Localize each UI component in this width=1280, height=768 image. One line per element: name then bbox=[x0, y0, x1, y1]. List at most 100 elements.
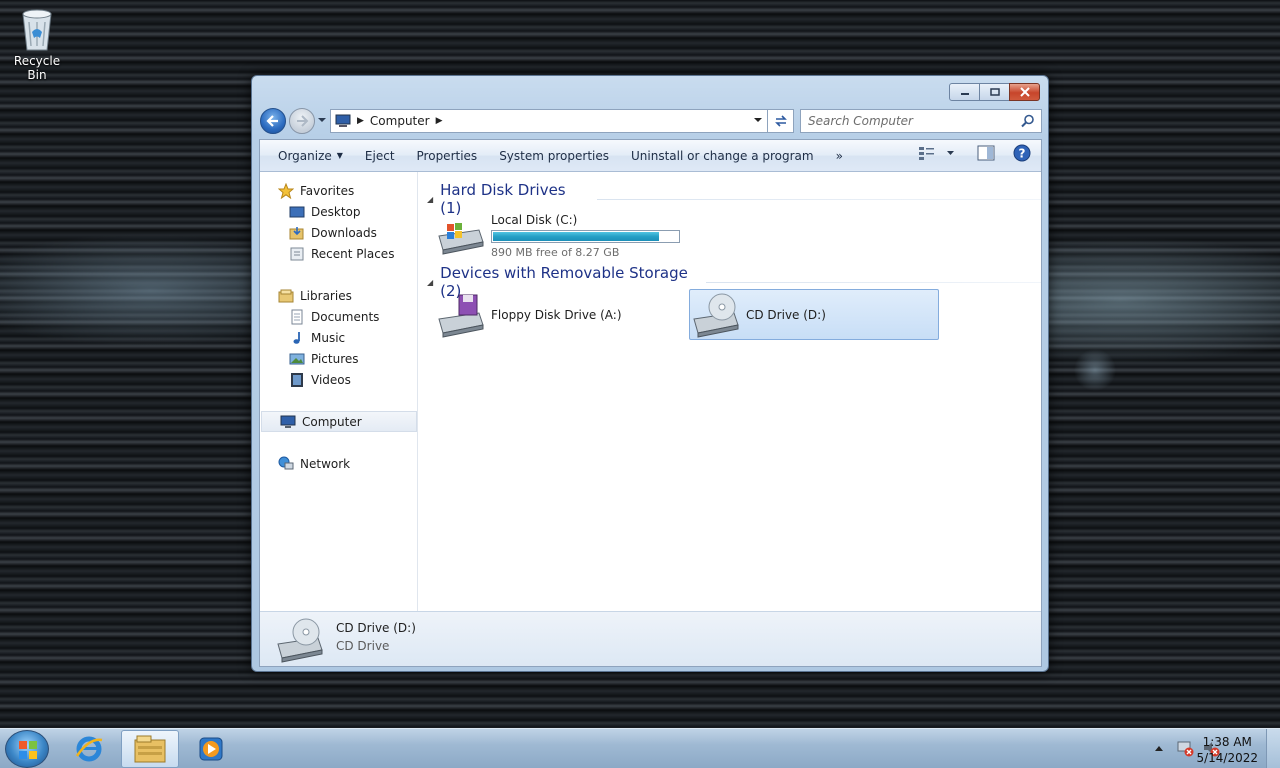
minimize-button[interactable] bbox=[949, 83, 980, 101]
videos-icon bbox=[291, 372, 303, 387]
computer-small-icon bbox=[335, 114, 351, 127]
file-view: ◢ Hard Disk Drives (1) Local Disk (C:) 8… bbox=[419, 172, 1041, 613]
nav-recent-places[interactable]: Recent Places bbox=[260, 243, 417, 264]
group-divider bbox=[706, 281, 1041, 283]
drive-local-disk-c[interactable]: Local Disk (C:) 890 MB free of 8.27 GB bbox=[437, 212, 680, 260]
network-icon bbox=[278, 456, 294, 469]
taskbar-media-player[interactable] bbox=[182, 730, 240, 768]
uninstall-program-button[interactable]: Uninstall or change a program bbox=[623, 144, 822, 168]
view-controls: ? bbox=[908, 144, 1031, 162]
more-commands-button[interactable]: » bbox=[828, 144, 851, 168]
address-history-chevron-down-icon[interactable] bbox=[753, 117, 763, 123]
documents-icon bbox=[291, 309, 303, 324]
organize-button[interactable]: Organize ▼ bbox=[270, 144, 351, 168]
internet-explorer-icon bbox=[75, 736, 103, 762]
explorer-client-area: Organize ▼ Eject Properties System prope… bbox=[259, 139, 1042, 667]
search-input[interactable] bbox=[808, 114, 1008, 128]
drive-name: CD Drive (D:) bbox=[746, 307, 826, 322]
recent-pages-chevron-down-icon[interactable] bbox=[317, 117, 327, 123]
collapse-triangle-icon[interactable]: ◢ bbox=[427, 195, 433, 204]
network-group: Network bbox=[260, 453, 417, 474]
nav-libraries[interactable]: Libraries bbox=[260, 285, 417, 306]
nav-favorites[interactable]: Favorites bbox=[260, 180, 417, 201]
search-box[interactable] bbox=[800, 109, 1042, 133]
collapse-triangle-icon[interactable]: ◢ bbox=[427, 278, 433, 287]
nav-computer[interactable]: Computer bbox=[261, 411, 417, 432]
nav-computer-label: Computer bbox=[302, 414, 362, 429]
drive-cd-d[interactable]: CD Drive (D:) bbox=[689, 289, 939, 340]
show-desktop-button[interactable] bbox=[1266, 729, 1280, 768]
drive-name: Local Disk (C:) bbox=[491, 213, 578, 227]
start-button[interactable] bbox=[5, 730, 49, 768]
preview-pane-icon[interactable] bbox=[977, 145, 995, 161]
windows-logo-icon bbox=[19, 741, 37, 759]
forward-button[interactable] bbox=[289, 108, 315, 134]
nav-network-label: Network bbox=[300, 456, 351, 471]
close-icon bbox=[1019, 87, 1030, 97]
libraries-icon bbox=[278, 289, 294, 302]
nav-music[interactable]: Music bbox=[260, 327, 417, 348]
refresh-icon bbox=[774, 115, 787, 127]
svg-text:?: ? bbox=[1019, 147, 1026, 161]
command-bar: Organize ▼ Eject Properties System prope… bbox=[260, 140, 1041, 172]
breadcrumb-arrow-icon[interactable]: ▶ bbox=[436, 116, 443, 126]
cd-drive-icon bbox=[277, 618, 323, 663]
nav-downloads[interactable]: Downloads bbox=[260, 222, 417, 243]
maximize-button[interactable] bbox=[979, 83, 1010, 101]
nav-music-label: Music bbox=[311, 330, 346, 345]
nav-favorites-label: Favorites bbox=[300, 183, 355, 198]
recycle-bin-shortcut[interactable]: Recycle Bin bbox=[4, 6, 70, 82]
windows-explorer-icon bbox=[134, 735, 166, 763]
system-clock[interactable]: 1:38 AM 5/14/2022 bbox=[1196, 734, 1258, 766]
search-icon[interactable] bbox=[1021, 114, 1035, 128]
clock-date: 5/14/2022 bbox=[1196, 751, 1258, 765]
eject-button[interactable]: Eject bbox=[357, 144, 403, 168]
drive-floppy-a[interactable]: Floppy Disk Drive (A:) bbox=[437, 290, 687, 340]
minimize-icon bbox=[960, 93, 969, 95]
capacity-bar bbox=[491, 230, 680, 243]
system-properties-button[interactable]: System properties bbox=[491, 144, 617, 168]
nav-desktop-label: Desktop bbox=[311, 204, 361, 219]
nav-network[interactable]: Network bbox=[260, 453, 417, 474]
taskbar-internet-explorer[interactable] bbox=[60, 730, 118, 768]
nav-downloads-label: Downloads bbox=[311, 225, 377, 240]
navigation-bar: ▶ Computer ▶ bbox=[260, 108, 1042, 134]
organize-label: Organize bbox=[278, 148, 332, 163]
nav-documents[interactable]: Documents bbox=[260, 306, 417, 327]
close-button[interactable] bbox=[1009, 83, 1040, 101]
nav-desktop[interactable]: Desktop bbox=[260, 201, 417, 222]
change-view-icon[interactable] bbox=[918, 146, 936, 160]
details-type: CD Drive bbox=[336, 639, 390, 653]
nav-pictures[interactable]: Pictures bbox=[260, 348, 417, 369]
nav-libraries-label: Libraries bbox=[300, 288, 352, 303]
refresh-button[interactable] bbox=[768, 109, 794, 133]
breadcrumb-computer[interactable]: Computer bbox=[370, 114, 430, 128]
clock-time: 1:38 AM bbox=[1202, 735, 1252, 749]
nav-videos[interactable]: Videos bbox=[260, 369, 417, 390]
nav-pictures-label: Pictures bbox=[311, 351, 359, 366]
details-name: CD Drive (D:) bbox=[336, 621, 416, 635]
downloads-folder-icon bbox=[289, 226, 304, 239]
help-icon[interactable]: ? bbox=[1013, 144, 1031, 162]
recycle-bin-icon bbox=[22, 9, 52, 51]
computer-group: Computer bbox=[260, 411, 417, 432]
libraries-group: Libraries Documents Music Pictures Video… bbox=[260, 285, 417, 390]
breadcrumb-arrow-icon[interactable]: ▶ bbox=[357, 116, 364, 126]
properties-button[interactable]: Properties bbox=[409, 144, 486, 168]
show-hidden-icons-chevron-up-icon[interactable] bbox=[1154, 744, 1164, 752]
taskbar-windows-explorer[interactable] bbox=[121, 730, 179, 768]
nav-documents-label: Documents bbox=[311, 309, 380, 324]
forward-arrow-icon bbox=[297, 115, 309, 127]
desktop-icon bbox=[289, 206, 305, 217]
back-button[interactable] bbox=[260, 108, 286, 134]
hard-drive-windows-icon bbox=[438, 223, 484, 255]
nav-videos-label: Videos bbox=[311, 372, 351, 387]
network-status-icon[interactable] bbox=[1176, 739, 1194, 757]
address-bar[interactable]: ▶ Computer ▶ bbox=[330, 109, 768, 133]
details-pane: CD Drive (D:) CD Drive bbox=[260, 611, 1041, 666]
media-player-icon bbox=[199, 737, 223, 761]
nav-recent-places-label: Recent Places bbox=[311, 246, 395, 261]
group-divider bbox=[596, 198, 1041, 200]
free-space-text: 890 MB free of 8.27 GB bbox=[491, 246, 620, 259]
view-options-chevron-down-icon[interactable] bbox=[946, 150, 955, 156]
